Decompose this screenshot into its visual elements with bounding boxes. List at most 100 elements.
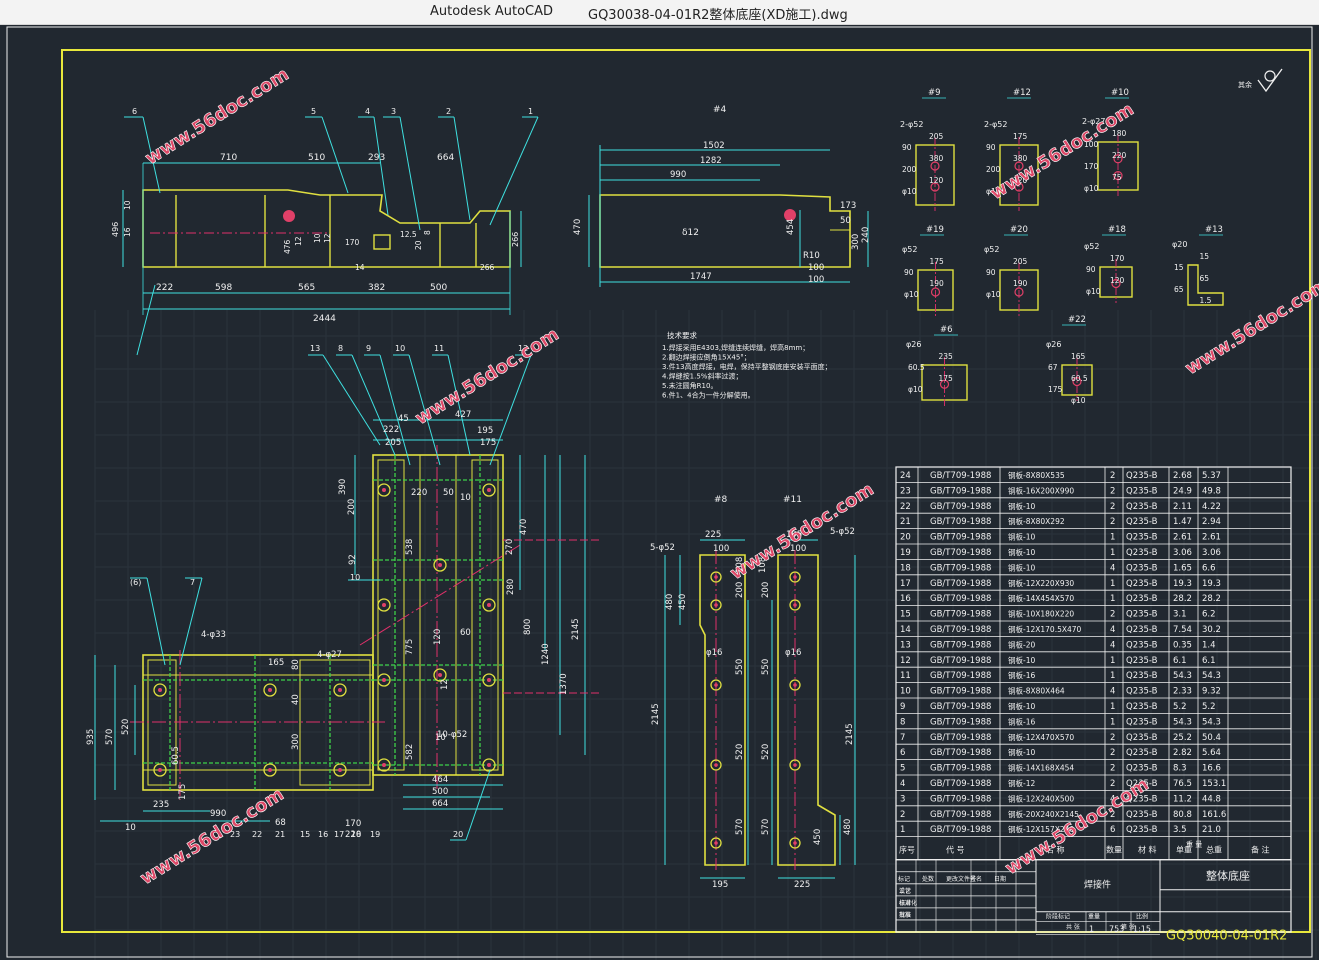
bom-cell: GB/T709-1988 [930, 625, 991, 635]
dim-label: 496 [111, 222, 120, 237]
callout-number: 5 [311, 107, 316, 116]
callout-number: 21 [275, 830, 285, 839]
dim-label: 775 [405, 639, 415, 655]
dim-label: 2145 [845, 723, 855, 745]
bom-row: 3 GB/T709-1988 钢板-12X240X500 4 Q235-B 11.2 44.… [900, 793, 1221, 804]
dim-label: 10 [313, 233, 322, 243]
title-field-label: 标记 [898, 875, 910, 883]
small-part-13-view[interactable]: #13 φ20 15 15 65 65 1.5 [1172, 225, 1224, 306]
bom-cell: 钢板-12X240X500 [1008, 793, 1074, 803]
part-4-view[interactable] [588, 145, 869, 287]
dim-label: 664 [432, 799, 448, 809]
drawing-sheet[interactable]: 其余 #92-φ5220590380200120φ10#122-φ5217590… [0, 25, 1319, 960]
bom-cell: 3 [900, 794, 905, 804]
dim-label: 170 [1084, 162, 1099, 171]
callout-number: 7 [190, 578, 195, 587]
bom-cell: 3.5 [1173, 825, 1187, 835]
dim-label: 195 [477, 426, 493, 436]
dim-label: 220 [411, 488, 427, 498]
dim-label: 280 [506, 579, 516, 595]
dim-label: 80 [291, 659, 301, 670]
dim-label: 990 [670, 170, 686, 180]
small-parts-group[interactable]: #9 2-φ52 205 90 380 200 120 φ10 #12 2-φ52 175 90 380… [900, 88, 1224, 406]
small-part-9-view[interactable]: #9 2-φ52 205 90 380 200 120 φ10 [900, 88, 955, 211]
bom-cell: 2.61 [1173, 533, 1192, 543]
bom-cell: 28.2 [1202, 594, 1221, 604]
small-part-19-view[interactable]: #19 φ52 175 90 190 φ10 [902, 225, 954, 316]
hole-note: 2-φ52 [984, 120, 1007, 129]
callout-number: 10 [395, 344, 405, 353]
bom-cell: 49.8 [1202, 486, 1221, 496]
dim-label: 175 [178, 784, 188, 800]
dim-label: 175 [1013, 132, 1028, 141]
bom-cell: 54.3 [1202, 671, 1221, 681]
bom-cell: 1 [1110, 671, 1115, 681]
dim-label: 120 [433, 629, 443, 645]
bom-row: 18 GB/T709-1988 钢板-10 4 Q235-B 1.65 6.6 [900, 562, 1216, 573]
dim-label: 200 [347, 499, 357, 515]
dim-label: 165 [1071, 352, 1086, 361]
bom-header: 备 注 [1251, 845, 1270, 855]
bom-cell: 18 [900, 563, 911, 573]
dim-label: 220 [345, 830, 361, 840]
part-label: #11 [783, 495, 802, 505]
bom-cell: 20 [900, 533, 911, 543]
dim-label: 300 [291, 734, 301, 750]
title-field-label: 签名 [970, 875, 982, 883]
dim-label: 222 [383, 425, 399, 435]
hole-note: 4-φ27 [317, 650, 342, 660]
bom-cell: 76.5 [1173, 779, 1192, 789]
small-part-20-view[interactable]: #20 φ52 205 90 190 φ10 [984, 225, 1039, 316]
dim-label: 300 [851, 234, 861, 250]
dim-label: 454 [786, 219, 796, 235]
callout-number: 1 [528, 107, 533, 116]
dim-label: 15 [1200, 252, 1210, 261]
bom-cell: 21.0 [1202, 825, 1221, 835]
dim-label: φ10 [986, 290, 1001, 299]
small-part-6-view[interactable]: #6 φ26 235 60.5 175 φ10 [906, 325, 968, 406]
bom-cell: Q235-B [1126, 563, 1158, 573]
note-line: 4.焊缝按1.5%斜率过渡； [662, 372, 742, 381]
bom-cell: GB/T709-1988 [930, 810, 991, 820]
dim-label: φ10 [908, 385, 923, 394]
outer-border [6, 26, 1313, 958]
drawing-canvas[interactable]: 其余 #9 2-φ52 205 90 380 200 120 φ10 #12 2… [0, 25, 1319, 960]
dim-label: φ10 [1086, 287, 1101, 296]
dim-label: 464 [432, 775, 448, 785]
part-label: #20 [1010, 225, 1028, 235]
bom-cell: GB/T709-1988 [930, 486, 991, 496]
hole-center-icon [487, 763, 491, 767]
hole-center-icon [714, 603, 718, 607]
bom-row: 12 GB/T709-1988 钢板-10 1 Q235-B 6.1 6.1 [900, 655, 1216, 666]
part-label: #6 [940, 325, 953, 335]
svg-text:其余: 其余 [1238, 80, 1252, 89]
dim-label: 200 [986, 165, 1001, 174]
bom-cell: 钢板-10X180X220 [1008, 609, 1074, 619]
dim-label: 520 [735, 744, 745, 760]
document-title: GQ30038-04-01R2整体底座(XD施工).dwg [588, 8, 848, 23]
dim-label: φ10 [1071, 396, 1086, 405]
dim-label: 90 [986, 268, 996, 277]
note-line: 6.件1、4合为一件分解使用。 [662, 391, 755, 400]
bom-cell: Q235-B [1126, 825, 1158, 835]
bom-row: 9 GB/T709-1988 钢板-10 1 Q235-B 5.2 5.2 [900, 701, 1216, 712]
bom-cell: 3.06 [1202, 548, 1221, 558]
bom-cell: GB/T709-1988 [930, 764, 991, 774]
dim-label: 427 [455, 410, 471, 420]
bom-header: 代 号 [946, 845, 965, 855]
bom-cell: 1 [1110, 548, 1115, 558]
dim-label: 10 [125, 823, 136, 833]
bom-cell: 54.3 [1173, 717, 1192, 727]
bom-cell: 钢板-12 [1008, 778, 1035, 788]
title-field-label: 共 张 [1066, 923, 1080, 931]
part-label: #9 [928, 88, 941, 98]
small-part-18-view[interactable]: #18 φ52 170 90 120 φ10 [1084, 225, 1133, 303]
callout-number: 9 [366, 344, 371, 353]
bom-cell: GB/T709-1988 [930, 548, 991, 558]
dim-label: 100 [808, 263, 824, 273]
hole-center-icon [487, 678, 491, 682]
bom-row: 22 GB/T709-1988 钢板-10 2 Q235-B 2.11 4.22 [900, 501, 1221, 512]
dim-label: 510 [308, 153, 325, 163]
dim-label: 175 [930, 257, 945, 266]
title-field-label: 处数 [922, 875, 934, 883]
